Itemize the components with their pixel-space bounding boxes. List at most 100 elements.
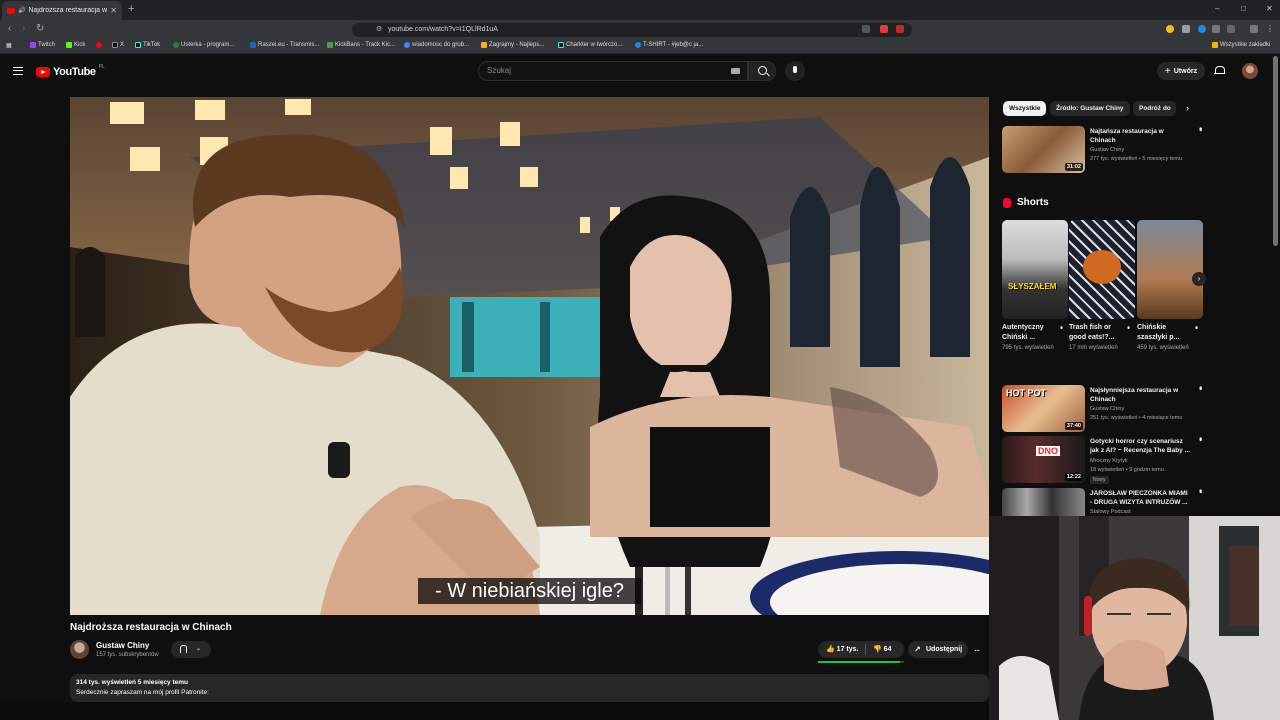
- bookmark-kickbans[interactable]: KickBans - Track Kic...: [327, 42, 395, 48]
- extension-icon-4[interactable]: [1182, 25, 1190, 33]
- new-badge: Nowy: [1090, 476, 1109, 484]
- address-bar[interactable]: ⚙ youtube.com/watch?v=I1QLlRd1uA: [352, 23, 912, 37]
- more-options-icon[interactable]: •••: [1196, 127, 1205, 129]
- new-tab-button[interactable]: +: [128, 3, 134, 15]
- more-options-icon[interactable]: •••: [1057, 326, 1064, 327]
- short-item[interactable]: SŁYSZAŁEM Autentyczny Chiński ... 795 ty…: [1002, 220, 1068, 353]
- create-label: Utwórz: [1173, 67, 1198, 75]
- bookmark-x[interactable]: X: [112, 42, 124, 48]
- back-icon[interactable]: ‹: [8, 23, 11, 34]
- rec-channel[interactable]: Gustaw Chiny: [1090, 147, 1124, 153]
- duration-badge: 37:40: [1064, 422, 1083, 430]
- more-actions-button[interactable]: ...: [974, 643, 980, 654]
- bookmark-youtube[interactable]: [96, 42, 102, 48]
- all-bookmarks[interactable]: Wszystkie zakładki: [1212, 42, 1270, 48]
- bookmark-twitch[interactable]: Twitch: [30, 42, 55, 48]
- more-options-icon[interactable]: •••: [1196, 489, 1202, 491]
- rec-channel[interactable]: Gustaw Chiny: [1090, 406, 1124, 412]
- speaker-icon: 🔊: [18, 8, 26, 14]
- bookmark-tshirt[interactable]: T-SHIRT - #jeb@c ja...: [635, 42, 703, 48]
- thumbnail-overlay-text: HOT POT: [1006, 388, 1046, 398]
- like-button[interactable]: 👍 17 tys.: [826, 645, 858, 653]
- reload-icon[interactable]: ↻: [36, 23, 44, 34]
- menu-icon[interactable]: [13, 67, 23, 75]
- more-options-icon[interactable]: •••: [1196, 437, 1205, 439]
- video-player[interactable]: [70, 97, 989, 615]
- more-options-icon[interactable]: •••: [1192, 326, 1199, 327]
- short-title: Autentyczny Chiński ...: [1002, 324, 1044, 341]
- logo-wordmark: YouTube: [53, 66, 96, 78]
- short-title: Chińskie szaszłyki p...: [1137, 324, 1180, 341]
- thumb-down-icon: 👎: [873, 646, 882, 653]
- subscription-bell-button[interactable]: ⌄: [171, 641, 211, 658]
- rec-channel[interactable]: Stalowy Podcast: [1090, 509, 1131, 515]
- dislike-button[interactable]: 👎 64: [873, 645, 891, 653]
- bookmark-raszei[interactable]: Raszei.eu - Transmis...: [250, 42, 319, 48]
- logo-region: PL: [98, 64, 105, 70]
- more-options-icon[interactable]: •••: [1124, 326, 1131, 327]
- youtube-logo[interactable]: YouTube PL: [36, 64, 105, 78]
- bookmark-wiadomosc[interactable]: wiadomosc do grub...: [404, 42, 469, 48]
- search-input[interactable]: Szukaj: [478, 61, 748, 81]
- url-text: youtube.com/watch?v=I1QLlRd1uA: [388, 26, 498, 33]
- bell-icon[interactable]: [1214, 65, 1225, 76]
- site-info-icon[interactable]: ⚙: [376, 23, 382, 37]
- share-button[interactable]: ↗ Udostępnij: [908, 641, 968, 658]
- browser-tab-bar: 🔊 Najdroższa restauracja w Chinach ✕ + –…: [0, 0, 1280, 20]
- tab-title: Najdroższa restauracja w Chinach: [28, 7, 108, 14]
- chevron-right-icon[interactable]: ›: [1186, 103, 1189, 113]
- bookmark-kick[interactable]: Kick: [66, 42, 85, 48]
- bookmark-usterka[interactable]: Usterka - program...: [173, 42, 234, 48]
- recommendation-item[interactable]: DNO 12:22 Gotycki horror czy scenariusz …: [1002, 436, 1205, 484]
- mic-icon[interactable]: [785, 61, 805, 81]
- create-button[interactable]: + Utwórz: [1157, 62, 1205, 80]
- keyboard-icon[interactable]: [731, 68, 740, 74]
- extensions-puzzle-icon[interactable]: [1212, 25, 1220, 33]
- close-tab-icon[interactable]: ✕: [110, 6, 117, 15]
- forward-icon[interactable]: ›: [22, 23, 25, 34]
- dislike-count: 64: [883, 646, 892, 653]
- extension-icon-3[interactable]: [1166, 25, 1174, 33]
- shorts-next-button[interactable]: ›: [1192, 272, 1206, 286]
- maximize-icon[interactable]: □: [1241, 4, 1246, 13]
- share-label: Udostępnij: [926, 646, 963, 653]
- extension-icon-2[interactable]: [896, 25, 904, 33]
- bookmark-tiktok[interactable]: TikTok: [135, 42, 160, 48]
- short-item[interactable]: Chińskie szaszłyki p... 459 tys. wyświet…: [1137, 220, 1203, 353]
- like-ratio-bar: [818, 661, 904, 663]
- youtube-favicon-icon: [7, 7, 15, 14]
- media-control-icon[interactable]: [1250, 25, 1258, 33]
- rec-channel[interactable]: Mroczny Krytyk: [1090, 458, 1128, 464]
- search-button[interactable]: [748, 61, 776, 81]
- cast-icon[interactable]: [862, 25, 870, 33]
- recommendation-item[interactable]: 31:02 Najtańsza restauracja w Chinach Gu…: [1002, 126, 1205, 174]
- browser-tab[interactable]: 🔊 Najdroższa restauracja w Chinach ✕: [2, 1, 122, 20]
- thumbnail: 31:02: [1002, 126, 1085, 173]
- shorts-icon: [1003, 197, 1011, 208]
- close-window-icon[interactable]: ✕: [1266, 4, 1273, 13]
- like-count: 17 tys.: [836, 646, 859, 653]
- avatar[interactable]: [1242, 63, 1258, 79]
- chip-travel[interactable]: Podróż do: [1133, 101, 1176, 116]
- extension-icon-5[interactable]: [1198, 25, 1206, 33]
- description-box[interactable]: 314 tys. wyświetleń 5 miesięcy temu Serd…: [70, 674, 989, 702]
- chip-source[interactable]: Źródło: Gustaw Chiny: [1050, 101, 1130, 116]
- rec-title: JAROSŁAW PIECZONKA MIAMI - DRUGA WIZYTA …: [1090, 490, 1188, 506]
- extension-icon[interactable]: [880, 25, 888, 33]
- browser-menu-icon[interactable]: ⋮: [1266, 24, 1274, 33]
- bookmark-zagrajmy[interactable]: Zagrajmy - Najleps...: [481, 42, 544, 48]
- sidepanel-icon[interactable]: [1227, 25, 1235, 33]
- bookmark-charkter[interactable]: Charkter w twórczo...: [558, 42, 622, 48]
- minimize-icon[interactable]: –: [1215, 4, 1219, 13]
- page-scrollbar[interactable]: [1273, 56, 1278, 246]
- short-views: 17 mln wyświetleń: [1069, 345, 1118, 351]
- channel-avatar[interactable]: [70, 640, 89, 659]
- recommendation-item[interactable]: JAROSŁAW PIECZONKA MIAMI - DRUGA WIZYTA …: [1002, 488, 1202, 516]
- recommendation-item[interactable]: HOT POT 37:40 Najsłynniejsza restauracja…: [1002, 385, 1205, 433]
- chip-all[interactable]: Wszystkie: [1003, 101, 1047, 116]
- short-item[interactable]: Trash fish or good eats!?... 17 mln wyśw…: [1069, 220, 1135, 353]
- more-options-icon[interactable]: •••: [1196, 386, 1205, 388]
- channel-name[interactable]: Gustaw Chiny: [96, 641, 149, 650]
- apps-icon[interactable]: ▦: [6, 42, 12, 49]
- short-views: 459 tys. wyświetleń: [1137, 345, 1189, 351]
